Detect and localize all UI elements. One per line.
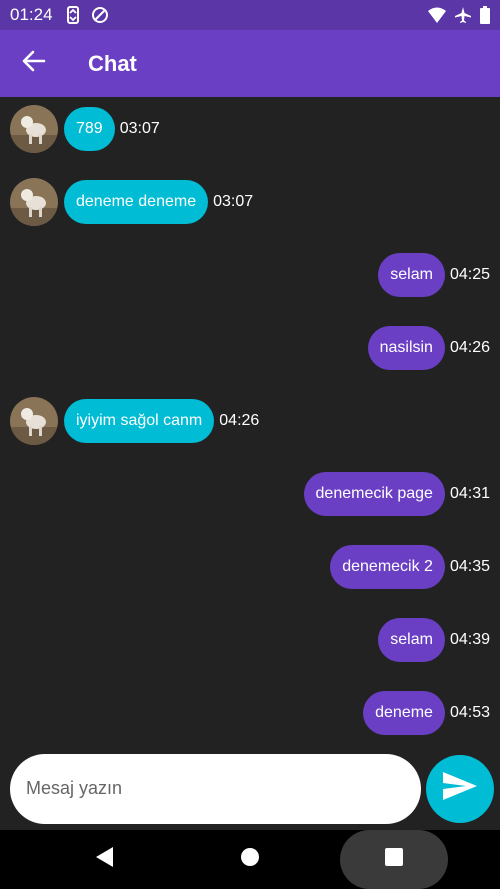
send-button[interactable] [426,754,494,823]
message-item: selam 04:25 [0,243,500,307]
nav-back-icon [96,847,114,872]
message-item: nasilsin 04:26 [0,316,500,380]
system-nav-bar [0,830,500,889]
arrow-left-icon [22,50,46,77]
message-bubble: denemecik page [303,472,445,516]
message-bubble: iyiyim sağol canm [64,399,215,443]
message-time: 04:39 [449,631,490,648]
airplane-mode-icon [454,6,472,24]
status-bar: 01:24 [0,0,500,30]
app-bar: Chat [0,30,500,97]
message-bubble: selam [378,253,445,297]
nav-home-icon [241,848,259,871]
message-item: deneme 04:53 [0,681,500,745]
battery-icon [480,6,490,24]
page-title: Chat [88,50,137,76]
status-left-icons [65,6,109,24]
message-time: 04:35 [449,558,490,575]
message-input[interactable] [26,778,422,799]
nav-back-button[interactable] [70,830,140,889]
message-bubble: denemecik 2 [330,545,445,589]
data-saver-icon [91,6,109,24]
nav-recents-icon [385,848,403,871]
message-input-container[interactable] [10,753,422,824]
message-bubble: 789 [64,107,115,151]
message-time: 04:25 [449,266,490,283]
nav-home-button[interactable] [215,830,285,889]
status-right-icons [428,6,490,24]
wifi-icon [428,7,446,23]
nav-recents-button[interactable] [340,830,448,889]
message-composer [0,747,500,830]
back-button[interactable] [0,30,68,97]
message-bubble: selam [378,618,445,662]
avatar [10,397,58,445]
status-time: 01:24 [10,5,53,24]
message-bubble: nasilsin [367,326,445,370]
message-item: denemecik 2 04:35 [0,535,500,599]
avatar [10,178,58,226]
avatar [10,105,58,153]
message-bubble: deneme [363,691,445,735]
sync-icon [65,6,81,24]
message-item: 789 03:07 [0,97,500,161]
message-time: 03:07 [119,120,160,137]
message-bubble: deneme deneme [64,180,209,224]
message-time: 04:26 [449,339,490,356]
message-item: iyiyim sağol canm 04:26 [0,389,500,453]
message-item: denemecik page 04:31 [0,462,500,526]
message-time: 04:26 [219,412,260,429]
message-time: 04:53 [449,704,490,721]
message-time: 03:07 [213,193,254,210]
send-icon [442,771,478,806]
message-item: deneme deneme 03:07 [0,170,500,234]
message-time: 04:31 [449,485,490,502]
message-list[interactable]: 789 03:07 deneme deneme 03:07 selam 04:2… [0,97,500,747]
message-item: selam 04:39 [0,608,500,672]
